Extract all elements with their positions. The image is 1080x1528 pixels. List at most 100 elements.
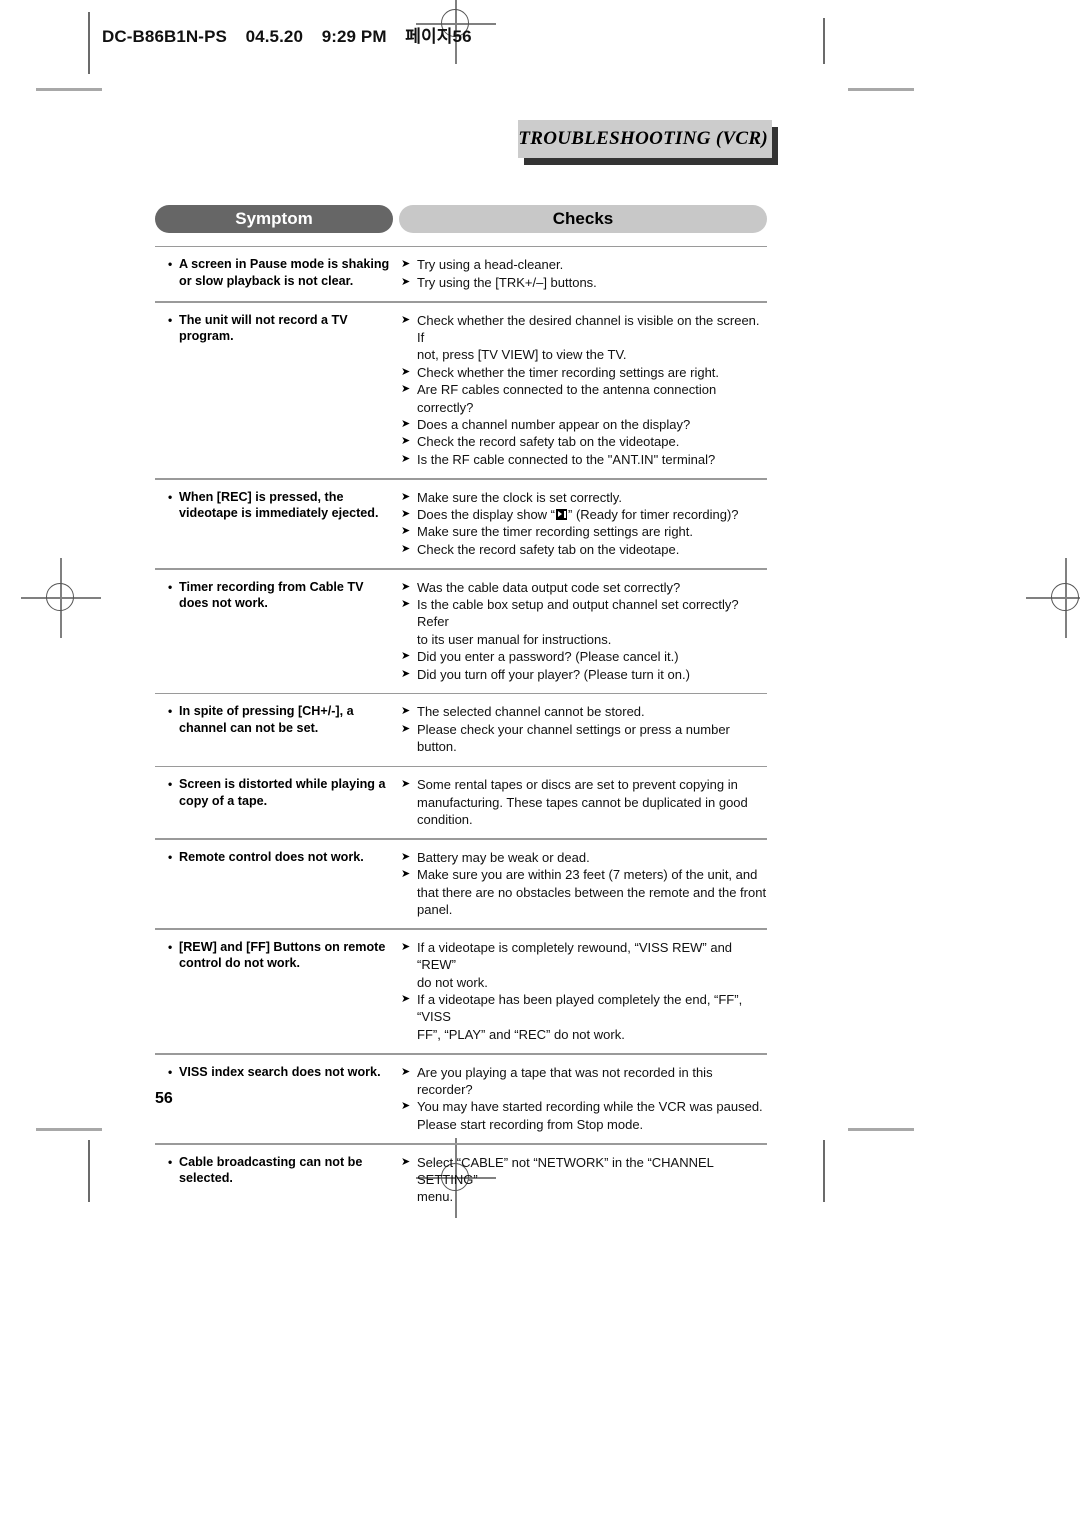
symptom-cell: • A screen in Pause mode is shaking or slo… xyxy=(155,256,399,289)
arrow-right-icon xyxy=(401,794,417,811)
check-line: ➤ The selected channel cannot be stored. xyxy=(401,703,767,720)
page-header-page-label: 페이지56 xyxy=(405,27,472,46)
check-text: Make sure you are within 23 feet (7 mete… xyxy=(417,867,758,883)
check-text: Some rental tapes or discs are set to pr… xyxy=(417,777,738,793)
check-text: Make sure the clock is set correctly. xyxy=(417,489,622,505)
arrow-right-icon: ➤ xyxy=(401,1100,411,1113)
bullet-icon: • xyxy=(168,1064,173,1079)
symptom-text: videotape is immediately ejected. xyxy=(179,506,379,521)
check-line: ➤ Some rental tapes or discs are set to p… xyxy=(401,776,767,793)
crop-mark-top-left xyxy=(36,88,102,91)
symptom-line: copy of a tape. xyxy=(168,793,393,810)
table-row: • A screen in Pause mode is shaking or slo… xyxy=(155,247,767,301)
symptom-line: • Timer recording from Cable TV xyxy=(168,579,393,596)
symptom-text: does not work. xyxy=(179,596,268,611)
symptom-line: videotape is immediately ejected. xyxy=(168,505,393,522)
check-text: Check the record safety tab on the video… xyxy=(417,434,680,450)
symptom-text: Timer recording from Cable TV xyxy=(179,579,364,594)
table-row: • VISS index search does not work. ➤ Are yo… xyxy=(155,1055,767,1144)
registration-mark-right xyxy=(1018,550,1080,646)
registration-mark-left xyxy=(13,550,109,646)
check-text: Make sure the timer recording settings a… xyxy=(417,524,694,540)
arrow-right-icon: ➤ xyxy=(401,850,411,863)
symptom-cell: • In spite of pressing [CH+/-], a channel … xyxy=(155,703,399,736)
check-text: If a videotape is completely rewound, “V… xyxy=(417,939,733,973)
check-line: ➤ If a videotape has been played complete… xyxy=(401,991,767,1026)
symptom-text: In spite of pressing [CH+/-], a xyxy=(179,704,354,719)
arrow-right-icon: ➤ xyxy=(401,365,411,378)
trim-rule-bottom-right xyxy=(823,1140,825,1202)
table-row: • Remote control does not work. ➤ Battery m… xyxy=(155,840,767,929)
arrow-right-icon: ➤ xyxy=(401,525,411,538)
crop-mark-top-right xyxy=(848,88,914,91)
symptom-line: • Screen is distorted while playing a xyxy=(168,776,393,793)
check-text: to its user manual for instructions. xyxy=(417,631,612,647)
registration-mark-circle xyxy=(46,583,74,611)
symptom-cell: • The unit will not record a TV program. xyxy=(155,312,399,345)
bullet-icon: • xyxy=(168,489,173,504)
table-row: • Screen is distorted while playing a copy… xyxy=(155,767,767,838)
check-text: that there are no obstacles between the … xyxy=(417,884,767,900)
page-number: 56 xyxy=(155,1090,173,1107)
arrow-right-icon: ➤ xyxy=(401,992,411,1005)
check-line: ➤ Does the display show “” (Ready for tim… xyxy=(401,506,767,523)
section-title-text: TROUBLESHOOTING (VCR) xyxy=(518,128,768,149)
bullet-icon xyxy=(168,720,179,737)
symptom-text: selected. xyxy=(179,1171,233,1186)
symptom-line: control do not work. xyxy=(168,955,393,972)
check-line: ➤ Check whether the timer recording setti… xyxy=(401,364,767,381)
check-text: Please check your channel settings or pr… xyxy=(417,721,730,755)
arrow-right-icon xyxy=(401,901,417,918)
arrow-right-icon: ➤ xyxy=(401,313,411,326)
table-row: • Cable broadcasting can not be selected. ➤… xyxy=(155,1145,767,1216)
check-line: Please start recording from Stop mode. xyxy=(401,1116,767,1133)
troubleshooting-table: Symptom Checks • A screen in Pause mode i… xyxy=(155,205,767,1216)
checks-cell: ➤ Battery may be weak or dead. ➤ Make sure … xyxy=(399,849,767,919)
checks-cell: ➤ Make sure the clock is set correctly. ➤ D… xyxy=(399,489,767,559)
check-line: ➤ Make sure the clock is set correctly. xyxy=(401,489,767,506)
trim-rule-top-right xyxy=(823,18,825,64)
bullet-icon: • xyxy=(168,579,173,594)
check-text: Does a channel number appear on the disp… xyxy=(417,417,691,433)
column-header-checks: Checks xyxy=(399,205,767,233)
checks-cell: ➤ Try using a head-cleaner. ➤ Try using the… xyxy=(399,256,767,291)
check-line: ➤ Try using a head-cleaner. xyxy=(401,256,767,273)
symptom-text: Remote control does not work. xyxy=(179,849,364,864)
arrow-right-icon: ➤ xyxy=(401,705,411,718)
symptom-text: The unit will not record a TV xyxy=(179,312,348,327)
check-text: Battery may be weak or dead. xyxy=(417,849,590,865)
check-text: Are you playing a tape that was not reco… xyxy=(417,1064,713,1097)
page-header-time: 9:29 PM xyxy=(321,27,387,46)
bullet-icon xyxy=(168,328,179,345)
crop-mark-bottom-right xyxy=(848,1128,914,1131)
check-line: ➤ Did you enter a password? (Please cance… xyxy=(401,648,767,665)
symptom-cell: • VISS index search does not work. xyxy=(155,1064,399,1081)
symptom-text: VISS index search does not work. xyxy=(179,1064,381,1079)
registration-mark-circle xyxy=(1051,583,1079,611)
check-text: Does the display show “” (Ready for time… xyxy=(417,507,739,523)
symptom-line: • A screen in Pause mode is shaking xyxy=(168,256,393,273)
check-line: FF”, “PLAY” and “REC” do not work. xyxy=(401,1026,767,1043)
symptom-cell: • Cable broadcasting can not be selected. xyxy=(155,1154,399,1187)
check-text: You may have started recording while the… xyxy=(417,1099,763,1115)
check-text: FF”, “PLAY” and “REC” do not work. xyxy=(417,1026,625,1042)
check-line: ➤ Check the record safety tab on the vide… xyxy=(401,433,767,450)
bullet-icon: • xyxy=(168,849,173,864)
checks-cell: ➤ Are you playing a tape that was not rec… xyxy=(399,1064,767,1134)
checks-cell: ➤ Select “CABLE” not “NETWORK” in the “CH… xyxy=(399,1154,767,1206)
check-text: not, press [TV VIEW] to view the TV. xyxy=(417,347,627,363)
checks-cell: ➤ If a videotape is completely rewound, “… xyxy=(399,939,767,1043)
check-line: ➤ Please check your channel settings or p… xyxy=(401,721,767,756)
page-header-file-id: DC-B86B1N-PS xyxy=(102,27,227,46)
bullet-icon xyxy=(168,505,179,522)
check-line: ➤ You may have started recording while th… xyxy=(401,1098,767,1115)
check-text-tail: ” (Ready for timer recording)? xyxy=(568,507,739,523)
symptom-text: channel can not be set. xyxy=(179,720,319,735)
arrow-right-icon: ➤ xyxy=(401,598,411,611)
symptom-text: When [REC] is pressed, the xyxy=(179,489,344,504)
check-line: ➤ Are you playing a tape that was not rec… xyxy=(401,1064,767,1099)
check-line: ➤ Was the cable data output code set corr… xyxy=(401,579,767,596)
table-row: • The unit will not record a TV program. ➤ C… xyxy=(155,303,767,479)
bullet-icon xyxy=(168,1170,179,1187)
checks-cell: ➤ Some rental tapes or discs are set to p… xyxy=(399,776,767,828)
